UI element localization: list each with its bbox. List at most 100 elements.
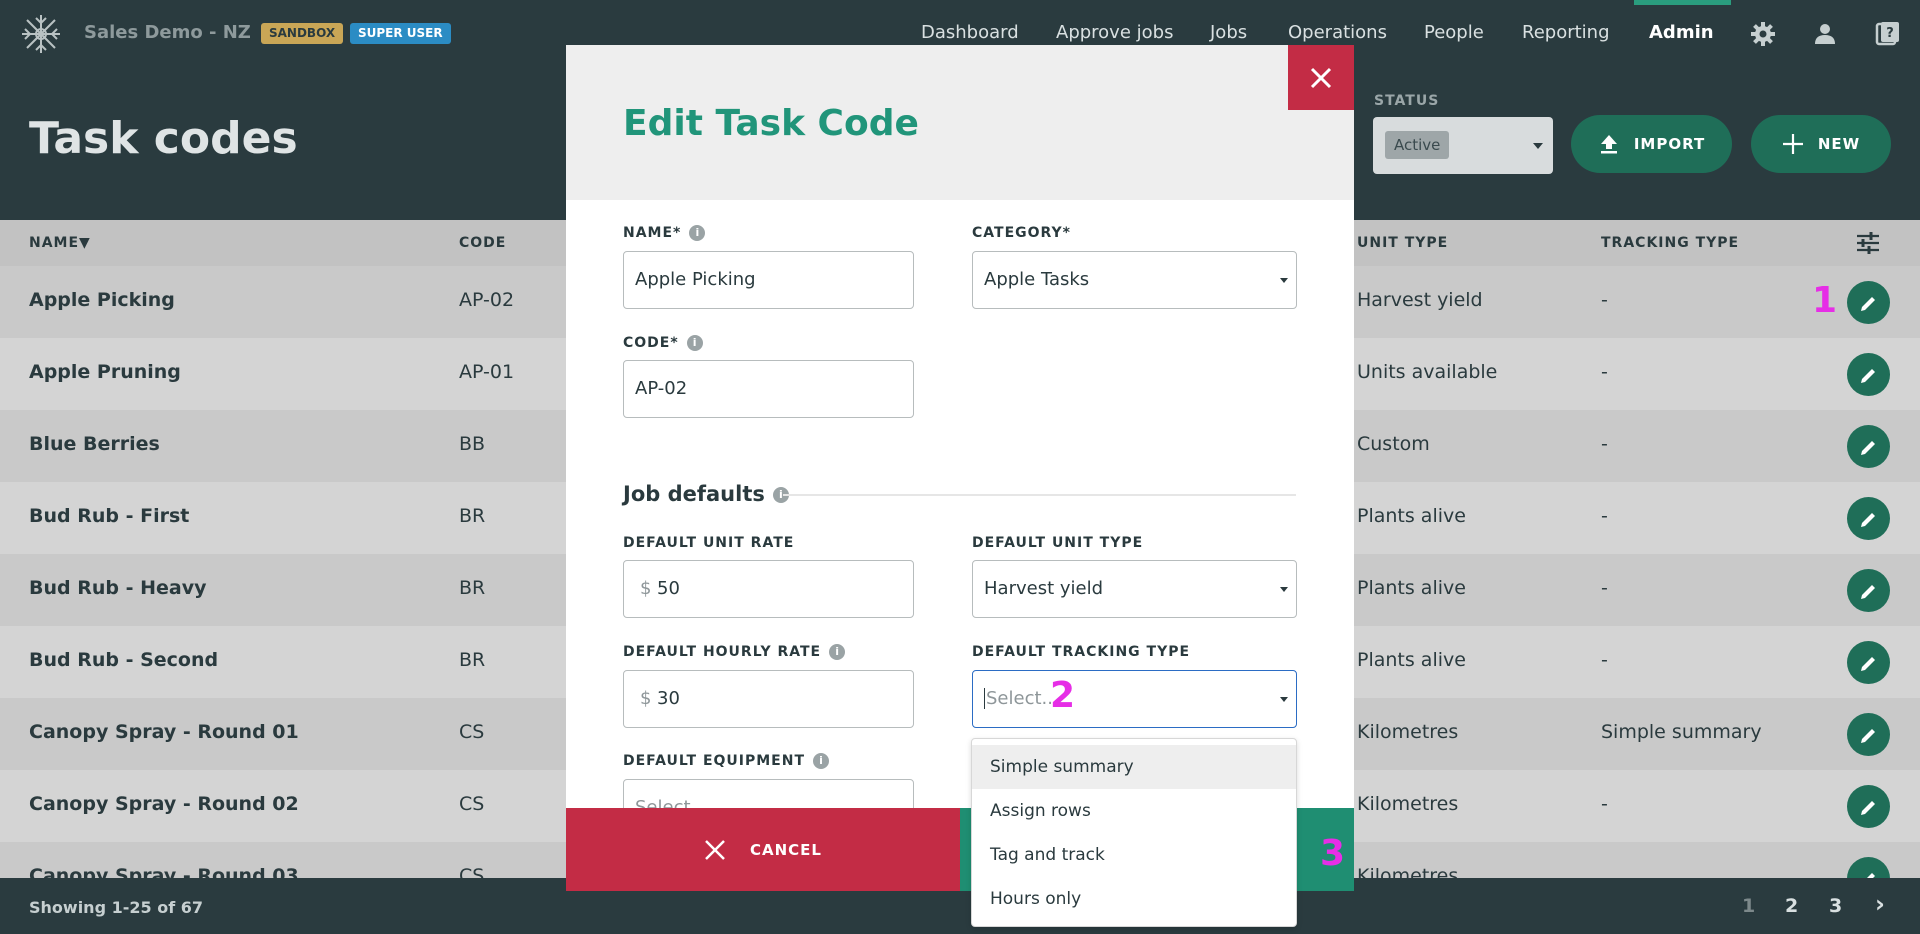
chevron-down-icon [1280,278,1288,283]
pencil-icon [1860,368,1875,383]
column-header-name[interactable]: NAME▼ [29,235,91,251]
snowflake-logo-icon[interactable] [20,13,62,55]
page-title: Task codes [29,113,298,164]
category-select[interactable]: Apple Tasks [972,251,1297,309]
unit-type-label: DEFAULT UNIT TYPE [972,535,1144,551]
row-code: CS [459,721,485,743]
nav-approve-jobs[interactable]: Approve jobs [1056,22,1173,43]
gear-icon[interactable] [1749,20,1777,48]
import-label: IMPORT [1633,135,1706,153]
name-label: NAME* i [623,225,706,241]
info-icon[interactable]: i [829,644,846,660]
edit-button[interactable] [1847,353,1890,396]
code-input[interactable]: AP-02 [623,360,914,418]
nav-operations[interactable]: Operations [1288,22,1387,43]
job-defaults-heading: Job defaults i [623,482,789,506]
edit-button[interactable] [1847,569,1890,612]
edit-button[interactable] [1847,713,1890,756]
sandbox-badge: SANDBOX [261,23,344,44]
annotation-marker-1: 1 [1812,280,1838,321]
chevron-down-icon [1533,143,1543,149]
info-icon[interactable]: i [689,225,706,241]
row-code: BR [459,577,486,599]
nav-admin[interactable]: Admin [1649,22,1714,43]
pencil-icon [1860,296,1875,311]
close-icon [1310,67,1332,88]
unit-type-select[interactable]: Harvest yield [972,560,1297,618]
org-name[interactable]: Sales Demo - NZ [84,22,251,43]
row-code: BB [459,433,486,455]
tracking-type-placeholder: Select... [984,688,1059,709]
status-select[interactable]: Active [1373,117,1553,174]
dropdown-option-simple-summary[interactable]: Simple summary [972,745,1296,789]
unit-rate-input[interactable]: $ 50 [623,560,914,618]
tracking-type-select[interactable]: Select... [972,670,1297,728]
info-icon[interactable]: i [813,753,830,769]
import-button[interactable]: IMPORT [1571,115,1732,173]
page-3[interactable]: 3 [1829,895,1842,917]
new-button[interactable]: NEW [1751,115,1891,173]
edit-button[interactable] [1847,281,1890,324]
category-label: CATEGORY* [972,225,1072,241]
edit-button[interactable] [1847,641,1890,684]
tracking-type-dropdown: Simple summary Assign rows Tag and track… [971,738,1297,927]
row-unit-type: Kilometres [1357,793,1459,815]
help-icon[interactable]: ? [1873,20,1901,48]
row-tracking-type: - [1601,433,1608,455]
code-label: CODE* i [623,335,703,351]
dropdown-option-tag-and-track[interactable]: Tag and track [972,833,1296,877]
pencil-icon [1860,728,1875,743]
close-icon [705,839,725,860]
modal-header: Edit Task Code [566,45,1354,200]
row-tracking-type: - [1601,577,1608,599]
status-chip: Active [1385,131,1450,159]
hourly-rate-label: DEFAULT HOURLY RATE i [623,644,846,660]
user-icon[interactable] [1811,20,1839,48]
page-1[interactable]: 1 [1742,895,1755,917]
active-nav-indicator [1634,0,1731,5]
nav-jobs[interactable]: Jobs [1210,22,1247,43]
code-value: AP-02 [635,378,688,399]
page-2[interactable]: 2 [1785,895,1798,917]
row-tracking-type: - [1601,649,1608,671]
row-name: Bud Rub - First [29,505,190,527]
super-user-badge: SUPER USER [350,23,451,44]
row-code: BR [459,505,486,527]
column-header-tracking-type[interactable]: TRACKING TYPE [1601,235,1739,251]
row-name: Canopy Spray - Round 02 [29,793,299,815]
close-button[interactable] [1288,45,1354,110]
row-name: Canopy Spray - Round 01 [29,721,299,743]
column-settings-icon[interactable] [1856,232,1880,254]
name-input[interactable]: Apple Picking [623,251,914,309]
row-name: Blue Berries [29,433,160,455]
row-tracking-type: Simple summary [1601,721,1762,743]
edit-button[interactable] [1847,785,1890,828]
annotation-marker-2: 2 [1050,675,1076,716]
showing-count: Showing 1-25 of 67 [29,898,203,917]
column-header-code[interactable]: CODE [459,235,506,251]
row-unit-type: Plants alive [1357,577,1466,599]
equipment-label: DEFAULT EQUIPMENT i [623,753,830,769]
row-tracking-type: - [1601,361,1608,383]
nav-people[interactable]: People [1424,22,1484,43]
row-unit-type: Kilometres [1357,721,1459,743]
dropdown-option-hours-only[interactable]: Hours only [972,877,1296,921]
nav-reporting[interactable]: Reporting [1522,22,1610,43]
hourly-rate-input[interactable]: $ 30 [623,670,914,728]
row-name: Apple Picking [29,289,175,311]
info-icon[interactable]: i [686,335,703,351]
row-unit-type: Plants alive [1357,505,1466,527]
row-unit-type: Harvest yield [1357,289,1483,311]
pencil-icon [1860,584,1875,599]
edit-button[interactable] [1847,425,1890,468]
nav-dashboard[interactable]: Dashboard [921,22,1019,43]
unit-rate-label: DEFAULT UNIT RATE [623,535,795,551]
cancel-label: CANCEL [750,840,822,859]
column-header-unit-type[interactable]: UNIT TYPE [1357,235,1448,251]
pencil-icon [1860,800,1875,815]
edit-button[interactable] [1847,497,1890,540]
next-page-icon[interactable]: › [1875,890,1885,918]
cancel-button[interactable]: CANCEL [566,808,960,891]
dropdown-option-assign-rows[interactable]: Assign rows [972,789,1296,833]
svg-text:?: ? [1886,26,1894,41]
